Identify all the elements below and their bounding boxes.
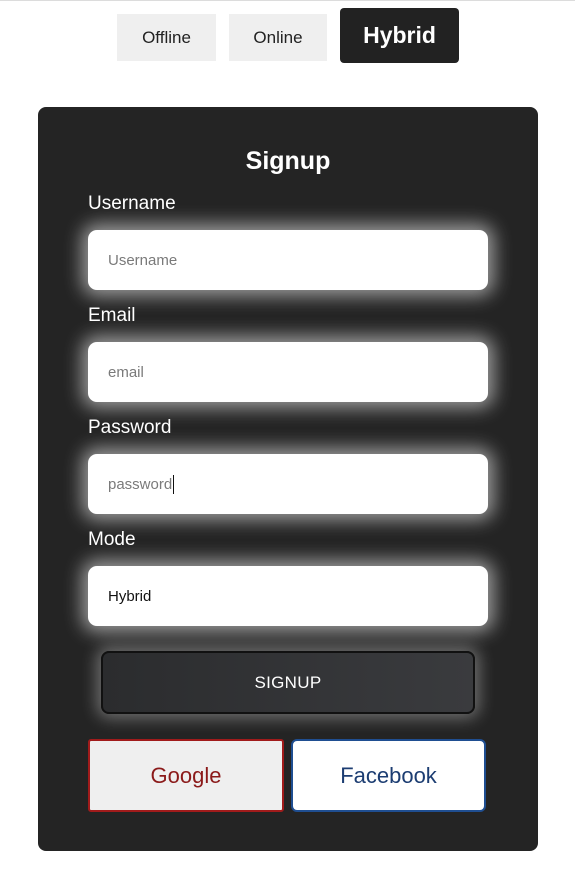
password-label: Password [88, 417, 172, 438]
password-input[interactable]: password [88, 454, 488, 514]
email-input[interactable] [88, 342, 488, 402]
tab-online[interactable]: Online [229, 14, 327, 61]
username-input[interactable] [88, 230, 488, 290]
google-button[interactable]: Google [88, 739, 284, 812]
text-caret [173, 474, 175, 494]
form-title: Signup [245, 147, 331, 175]
tab-offline[interactable]: Offline [117, 14, 216, 61]
password-placeholder: password [108, 475, 173, 493]
mode-tabs: Offline Online Hybrid [0, 0, 575, 70]
signup-button[interactable]: SIGNUP [101, 651, 475, 714]
facebook-button[interactable]: Facebook [291, 739, 486, 812]
tab-hybrid[interactable]: Hybrid [340, 8, 459, 63]
username-label: Username [88, 193, 176, 214]
mode-label: Mode [88, 529, 136, 550]
email-label: Email [88, 305, 136, 326]
mode-value: Hybrid [108, 587, 152, 605]
mode-field[interactable]: Hybrid [88, 566, 488, 626]
signup-card: Signup Username Email Password password … [38, 107, 538, 851]
